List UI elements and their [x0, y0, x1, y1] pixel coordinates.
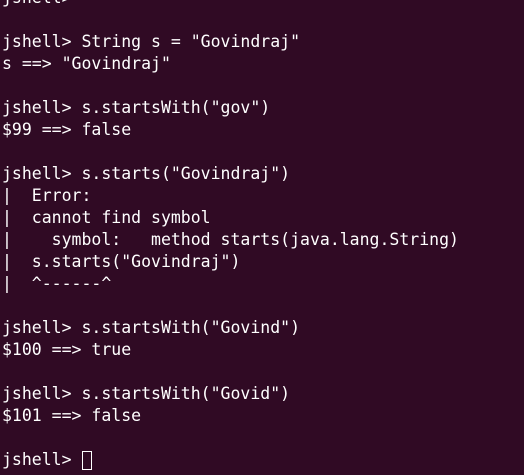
- terminal-line: jshell> s.starts("Govindraj"): [2, 164, 291, 183]
- terminal-line: s ==> "Govindraj": [2, 54, 171, 73]
- terminal-line: jshell>: [2, 0, 459, 9]
- active-prompt-line[interactable]: jshell>: [2, 449, 459, 471]
- terminal-line: jshell> s.startsWith("gov"): [2, 98, 271, 117]
- terminal-line: $99 ==> false: [2, 120, 132, 139]
- terminal-line: | s.starts("Govindraj"): [2, 252, 241, 271]
- terminal-line: jshell> String s = "Govindraj": [2, 32, 301, 51]
- terminal-line: | symbol: method starts(java.lang.String…: [2, 230, 459, 249]
- terminal-line: jshell> s.startsWith("Govind"): [2, 318, 301, 337]
- terminal-line: $100 ==> true: [2, 340, 132, 359]
- terminal-output: jshell> jshell> String s = "Govindraj" s…: [2, 0, 459, 471]
- prompt-label: jshell>: [2, 450, 82, 469]
- terminal-line: | cannot find symbol: [2, 208, 211, 227]
- terminal-line: jshell> s.startsWith("Govid"): [2, 384, 291, 403]
- terminal-line: | Error:: [2, 186, 92, 205]
- terminal-window[interactable]: jshell> jshell> String s = "Govindraj" s…: [0, 0, 524, 475]
- text-cursor[interactable]: [82, 450, 93, 470]
- terminal-line: | ^------^: [2, 274, 112, 293]
- terminal-line: $101 ==> false: [2, 406, 142, 425]
